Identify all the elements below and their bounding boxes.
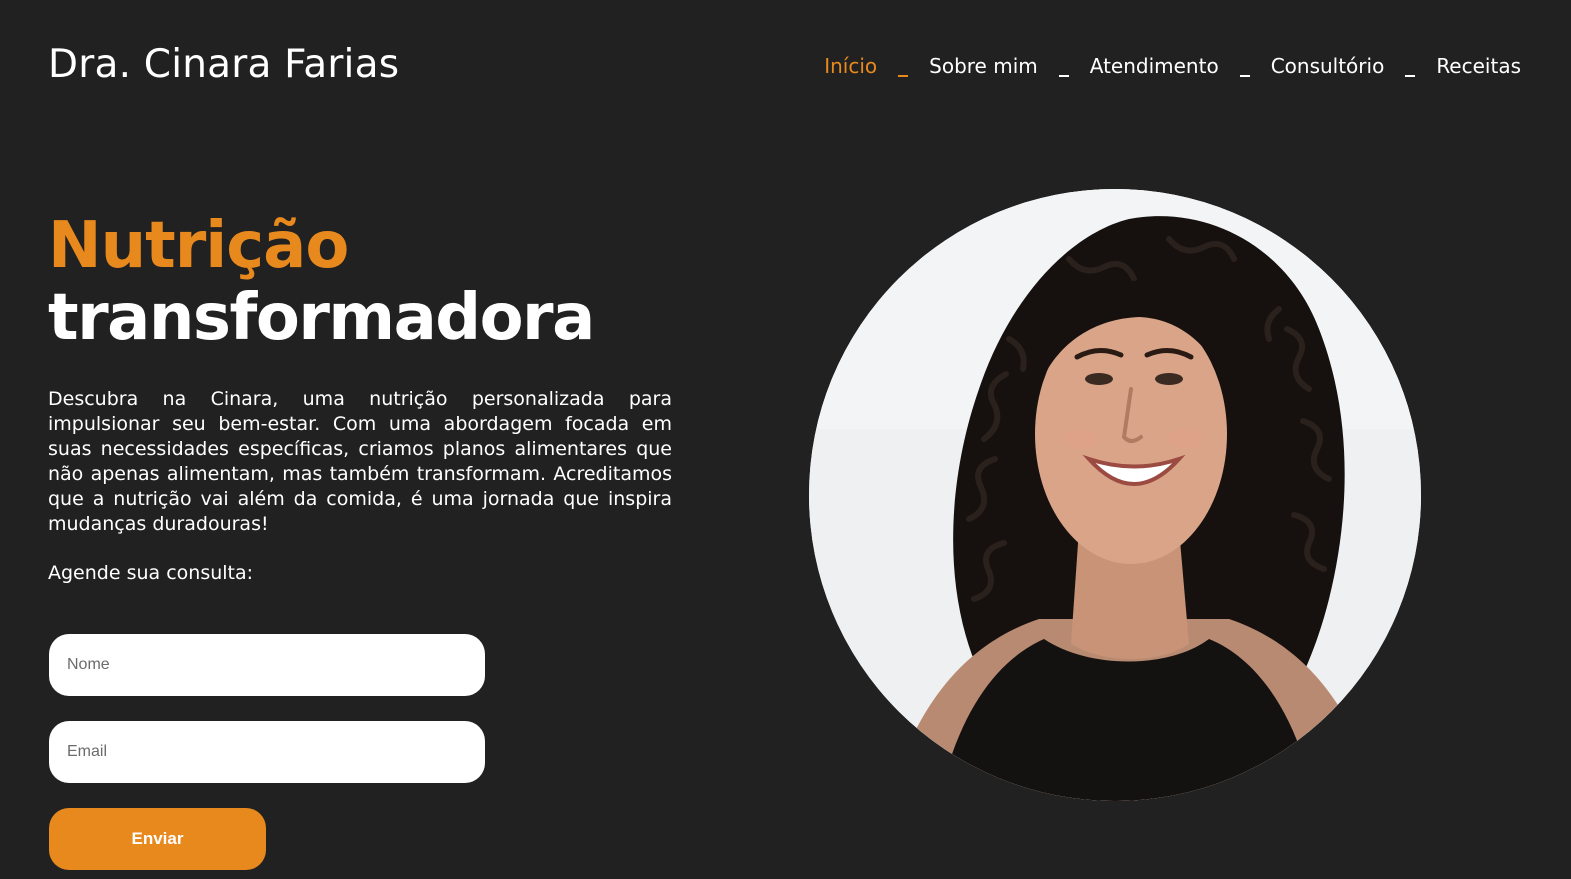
portrait-photo — [809, 189, 1421, 801]
hero-title-main: transformadora — [48, 281, 595, 355]
nav-item-inicio[interactable]: Início — [824, 54, 877, 78]
site-brand[interactable]: Dra. Cinara Farias — [48, 42, 399, 87]
hero-title-highlight: Nutrição — [48, 209, 349, 283]
email-input[interactable] — [49, 721, 485, 783]
nav-separator — [898, 75, 909, 77]
nav-separator — [1405, 75, 1416, 77]
nav-item-atendimento[interactable]: Atendimento — [1090, 54, 1219, 78]
nav-item-consultorio[interactable]: Consultório — [1271, 54, 1385, 78]
hero-title: Nutrição transformadora — [48, 209, 595, 355]
hero-description: Descubra na Cinara, uma nutrição persona… — [48, 388, 672, 535]
nav-item-sobre-mim[interactable]: Sobre mim — [929, 54, 1038, 78]
appointment-label: Agende sua consulta: — [48, 562, 254, 584]
submit-button[interactable]: Enviar — [49, 808, 266, 870]
name-input[interactable] — [49, 634, 485, 696]
main-nav: Início Sobre mim Atendimento Consultório… — [824, 54, 1521, 78]
nav-separator — [1239, 75, 1250, 77]
nav-separator — [1058, 75, 1069, 77]
portrait-illustration — [809, 189, 1421, 801]
nav-item-receitas[interactable]: Receitas — [1436, 54, 1521, 78]
